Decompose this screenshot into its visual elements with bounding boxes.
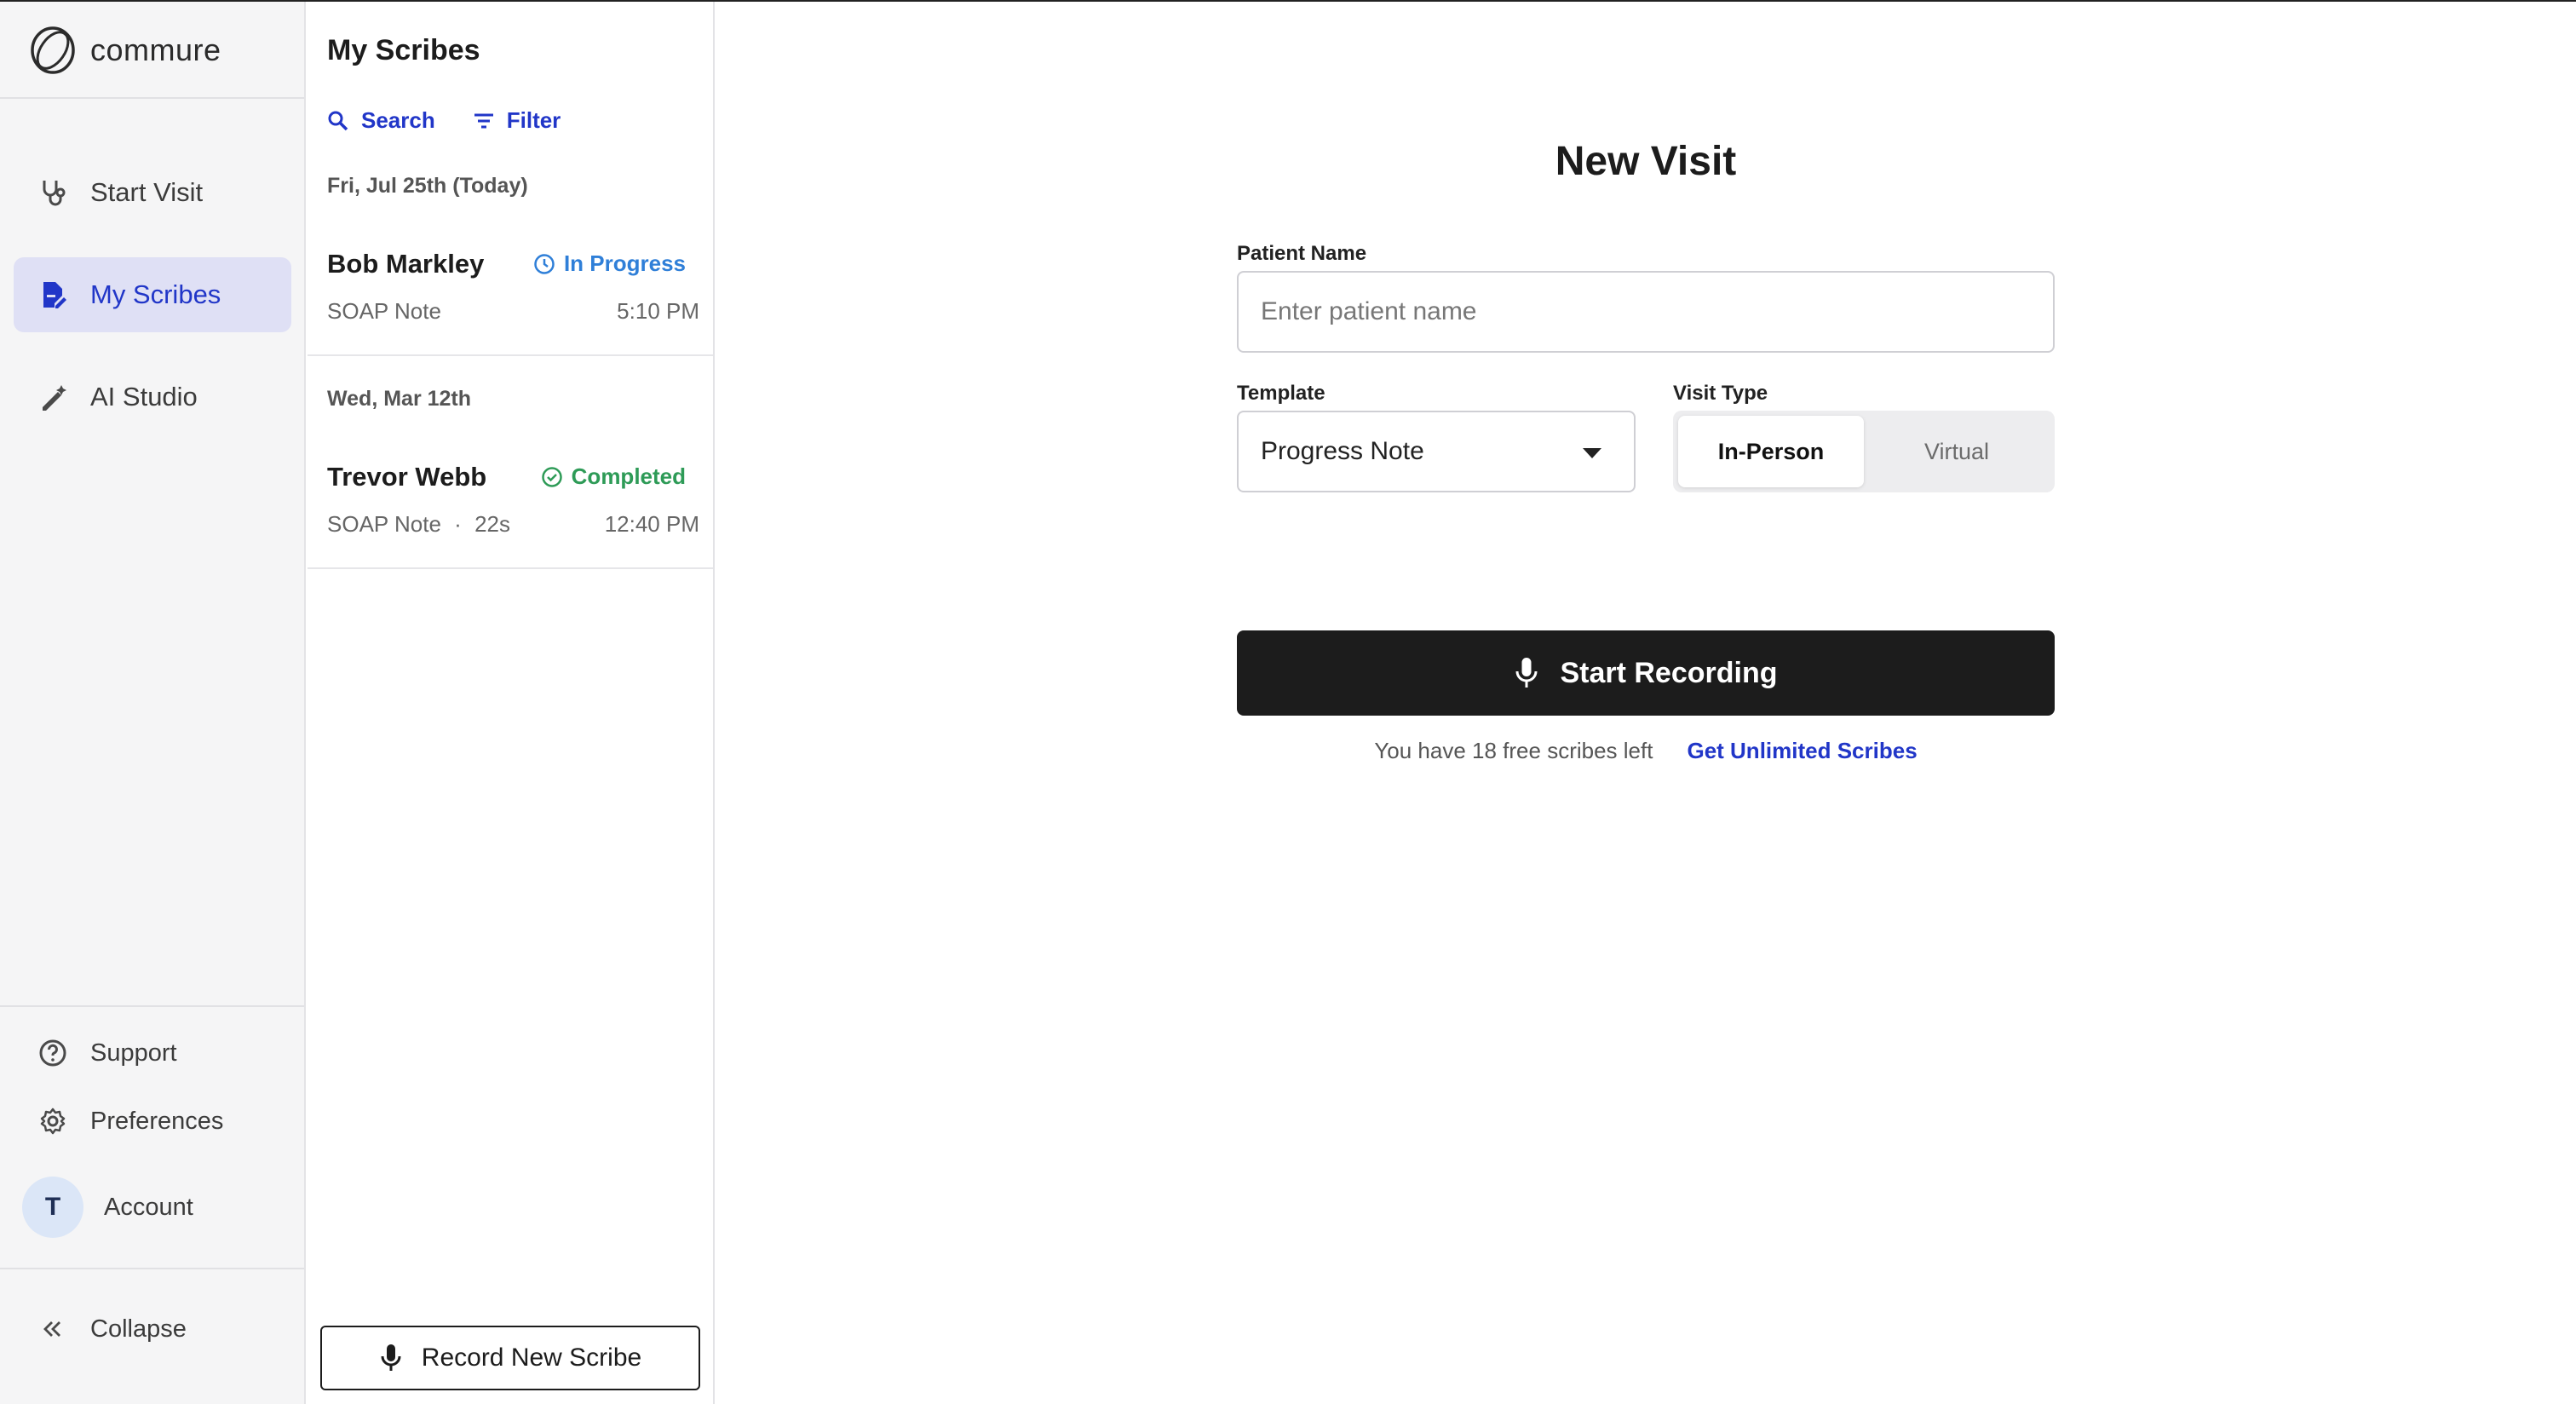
clock-icon bbox=[534, 253, 555, 274]
visit-type-label: Visit Type bbox=[1673, 382, 1768, 405]
scribes-actions: Search Filter bbox=[327, 107, 561, 134]
search-button[interactable]: Search bbox=[327, 107, 435, 134]
meta-separator: · bbox=[454, 511, 462, 537]
visit-type-virtual[interactable]: Virtual bbox=[1864, 416, 2050, 487]
document-edit-icon bbox=[36, 278, 70, 312]
scribe-time: 12:40 PM bbox=[604, 511, 699, 537]
scribes-title: My Scribes bbox=[327, 34, 480, 66]
start-recording-label: Start Recording bbox=[1560, 656, 1778, 689]
brand-logo[interactable]: commure bbox=[29, 24, 221, 77]
scribe-list-item[interactable]: Trevor Webb Completed SOAP Note · 22s 12… bbox=[308, 455, 713, 569]
nav-item-support[interactable]: Support bbox=[14, 1022, 291, 1084]
date-group-header: Wed, Mar 12th bbox=[327, 387, 472, 411]
visit-type-toggle: In-Person Virtual bbox=[1673, 411, 2055, 492]
magic-pen-icon bbox=[36, 380, 70, 414]
nav-divider bbox=[0, 1005, 304, 1007]
scribe-list-item[interactable]: Bob Markley In Progress SOAP Note 5:10 P… bbox=[308, 242, 713, 356]
template-selected-value: Progress Note bbox=[1261, 437, 1424, 465]
scribes-panel: My Scribes Search Filter Fri, Jul 25th (… bbox=[308, 2, 715, 1404]
record-new-scribe-button[interactable]: Record New Scribe bbox=[320, 1326, 700, 1390]
scribe-patient-name: Bob Markley bbox=[327, 249, 485, 279]
nav-divider bbox=[0, 97, 304, 99]
visit-type-in-person[interactable]: In-Person bbox=[1678, 416, 1864, 487]
nav-label-account: Account bbox=[104, 1193, 193, 1221]
scribe-patient-name: Trevor Webb bbox=[327, 462, 487, 492]
nav-item-my-scribes[interactable]: My Scribes bbox=[14, 257, 291, 332]
avatar: T bbox=[22, 1177, 83, 1238]
collapse-sidebar-button[interactable]: Collapse bbox=[14, 1297, 291, 1361]
nav-label-start-visit: Start Visit bbox=[90, 177, 204, 207]
record-new-scribe-label: Record New Scribe bbox=[421, 1344, 642, 1372]
status-label: In Progress bbox=[563, 250, 686, 276]
template-label: Template bbox=[1237, 382, 1325, 405]
free-scribes-count: You have 18 free scribes left bbox=[1374, 738, 1653, 763]
commure-logo-icon bbox=[31, 26, 75, 74]
nav-divider bbox=[0, 1268, 304, 1269]
date-group-header: Fri, Jul 25th (Today) bbox=[327, 174, 528, 198]
start-recording-button[interactable]: Start Recording bbox=[1237, 630, 2055, 716]
patient-name-label: Patient Name bbox=[1237, 242, 1367, 265]
nav-label-support: Support bbox=[90, 1039, 177, 1067]
nav-label-preferences: Preferences bbox=[90, 1107, 224, 1135]
filter-button[interactable]: Filter bbox=[473, 107, 561, 134]
microphone-icon bbox=[1515, 658, 1538, 688]
nav-label-ai-studio: AI Studio bbox=[90, 382, 198, 411]
patient-name-input[interactable] bbox=[1237, 271, 2055, 353]
brand-name: commure bbox=[90, 32, 221, 67]
status-badge: Completed bbox=[541, 463, 686, 490]
scribe-note-meta: SOAP Note · 22s bbox=[327, 511, 510, 538]
check-circle-icon bbox=[541, 466, 562, 487]
left-navigation: commure Start Visit My Scribes AI Studio… bbox=[0, 2, 306, 1404]
search-label: Search bbox=[361, 107, 435, 133]
status-label: Completed bbox=[571, 463, 686, 489]
nav-label-my-scribes: My Scribes bbox=[90, 279, 221, 309]
caret-down-icon bbox=[1583, 448, 1601, 458]
chevrons-left-icon bbox=[36, 1312, 70, 1346]
search-icon bbox=[328, 111, 348, 130]
page-title: New Visit bbox=[1555, 139, 1737, 184]
free-scribes-notice: You have 18 free scribes left Get Unlimi… bbox=[1237, 738, 2055, 764]
status-badge: In Progress bbox=[533, 250, 686, 277]
nav-item-account[interactable]: T Account bbox=[14, 1169, 291, 1246]
scribe-note-type: SOAP Note bbox=[327, 511, 441, 537]
scribe-duration: 22s bbox=[474, 511, 510, 537]
filter-label: Filter bbox=[506, 107, 561, 133]
nav-item-preferences[interactable]: Preferences bbox=[14, 1090, 291, 1152]
template-select[interactable]: Progress Note bbox=[1237, 411, 1636, 492]
help-circle-icon bbox=[36, 1036, 70, 1070]
get-unlimited-link[interactable]: Get Unlimited Scribes bbox=[1687, 738, 1917, 764]
nav-item-start-visit[interactable]: Start Visit bbox=[14, 155, 291, 230]
scribe-note-type: SOAP Note bbox=[327, 298, 441, 324]
scribe-time: 5:10 PM bbox=[617, 298, 699, 324]
nav-item-ai-studio[interactable]: AI Studio bbox=[14, 360, 291, 434]
filter-icon bbox=[474, 113, 493, 128]
microphone-icon bbox=[381, 1344, 401, 1371]
stethoscope-icon bbox=[36, 176, 70, 210]
collapse-label: Collapse bbox=[90, 1315, 187, 1343]
gear-icon bbox=[36, 1104, 70, 1138]
